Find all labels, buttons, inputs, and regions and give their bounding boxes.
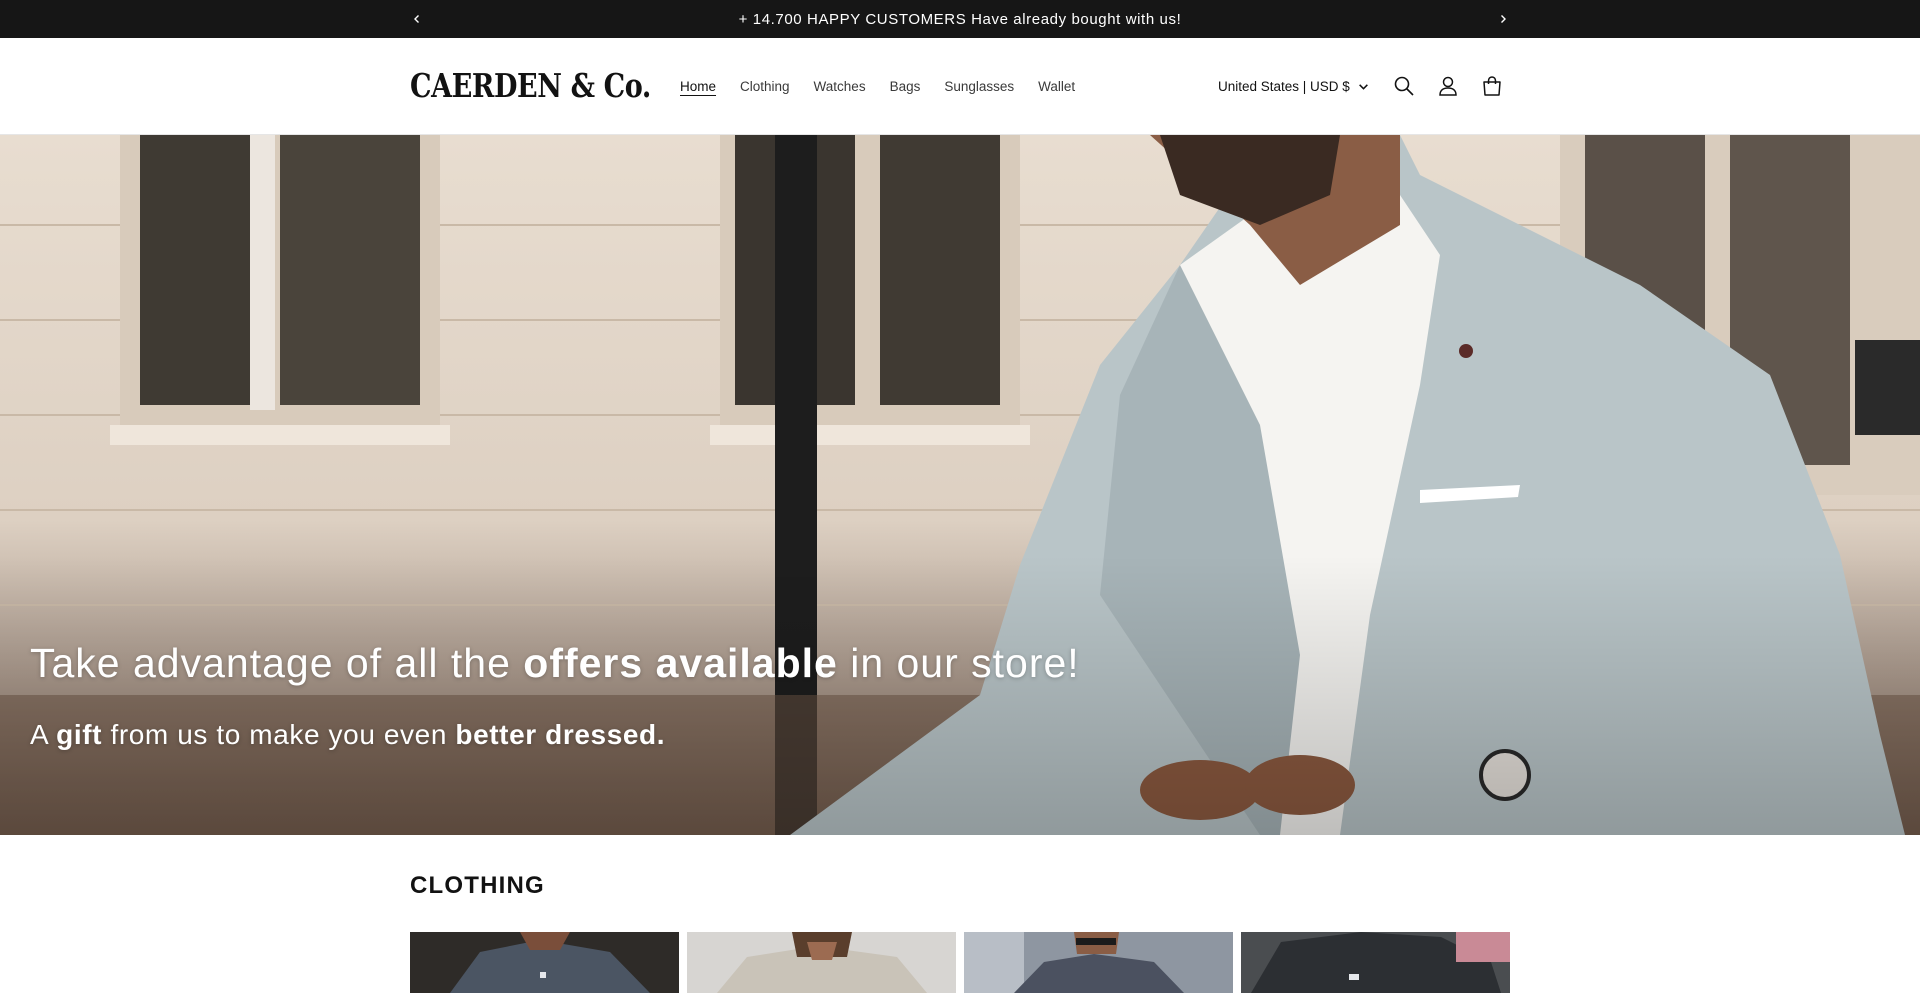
account-button[interactable] <box>1432 70 1464 102</box>
product-image <box>410 932 679 993</box>
hero-headline-bold: offers available <box>523 640 838 686</box>
site-header: CAERDEN & Co. Home Clothing Watches Bags… <box>0 38 1920 135</box>
product-image <box>964 932 1233 993</box>
hero-subline-bold2: better dressed. <box>455 719 666 750</box>
product-image <box>687 932 956 993</box>
nav-item-clothing[interactable]: Clothing <box>728 79 802 94</box>
account-icon <box>1439 76 1457 96</box>
product-card-2[interactable] <box>687 932 956 993</box>
chevron-right-icon <box>1501 15 1506 23</box>
search-icon <box>1394 76 1414 96</box>
hero-headline-part2: in our store! <box>837 640 1080 686</box>
cart-icon <box>1483 76 1501 96</box>
locale-label: United States | USD $ <box>1218 79 1350 94</box>
hero-subline-bold1: gift <box>56 719 103 750</box>
chevron-down-icon <box>1358 84 1368 90</box>
product-grid <box>410 932 1510 993</box>
announcement-message: + 14.700 HAPPY CUSTOMERS Have already bo… <box>738 10 1182 28</box>
nav-item-bags[interactable]: Bags <box>878 79 933 94</box>
hero-subline-part1: A <box>30 719 57 750</box>
product-card-1[interactable] <box>410 932 679 993</box>
hero-headline-part1: Take advantage of all the <box>30 640 524 686</box>
product-card-4[interactable] <box>1241 932 1510 993</box>
product-card-3[interactable] <box>964 932 1233 993</box>
nav-item-home[interactable]: Home <box>668 79 728 94</box>
store-logo[interactable]: CAERDEN & Co. <box>410 62 651 110</box>
cart-button[interactable] <box>1476 70 1508 102</box>
hero-headline: Take advantage of all the offers availab… <box>30 640 1080 687</box>
announcement-bar: + 14.700 HAPPY CUSTOMERS Have already bo… <box>0 0 1920 38</box>
search-button[interactable] <box>1388 70 1420 102</box>
announcement-next-button[interactable] <box>1488 0 1518 38</box>
collection-title: CLOTHING <box>410 872 545 899</box>
product-image <box>1241 932 1510 993</box>
hero-banner: Take advantage of all the offers availab… <box>0 135 1920 835</box>
nav-item-watches[interactable]: Watches <box>802 79 878 94</box>
country-currency-selector[interactable]: United States | USD $ <box>1218 38 1369 135</box>
hero-subline: A gift from us to make you even better d… <box>30 719 665 751</box>
nav-item-wallet[interactable]: Wallet <box>1026 79 1087 94</box>
main-nav: Home Clothing Watches Bags Sunglasses Wa… <box>668 38 1087 135</box>
nav-item-sunglasses[interactable]: Sunglasses <box>932 79 1026 94</box>
hero-subline-part2: from us to make you even <box>102 719 456 750</box>
